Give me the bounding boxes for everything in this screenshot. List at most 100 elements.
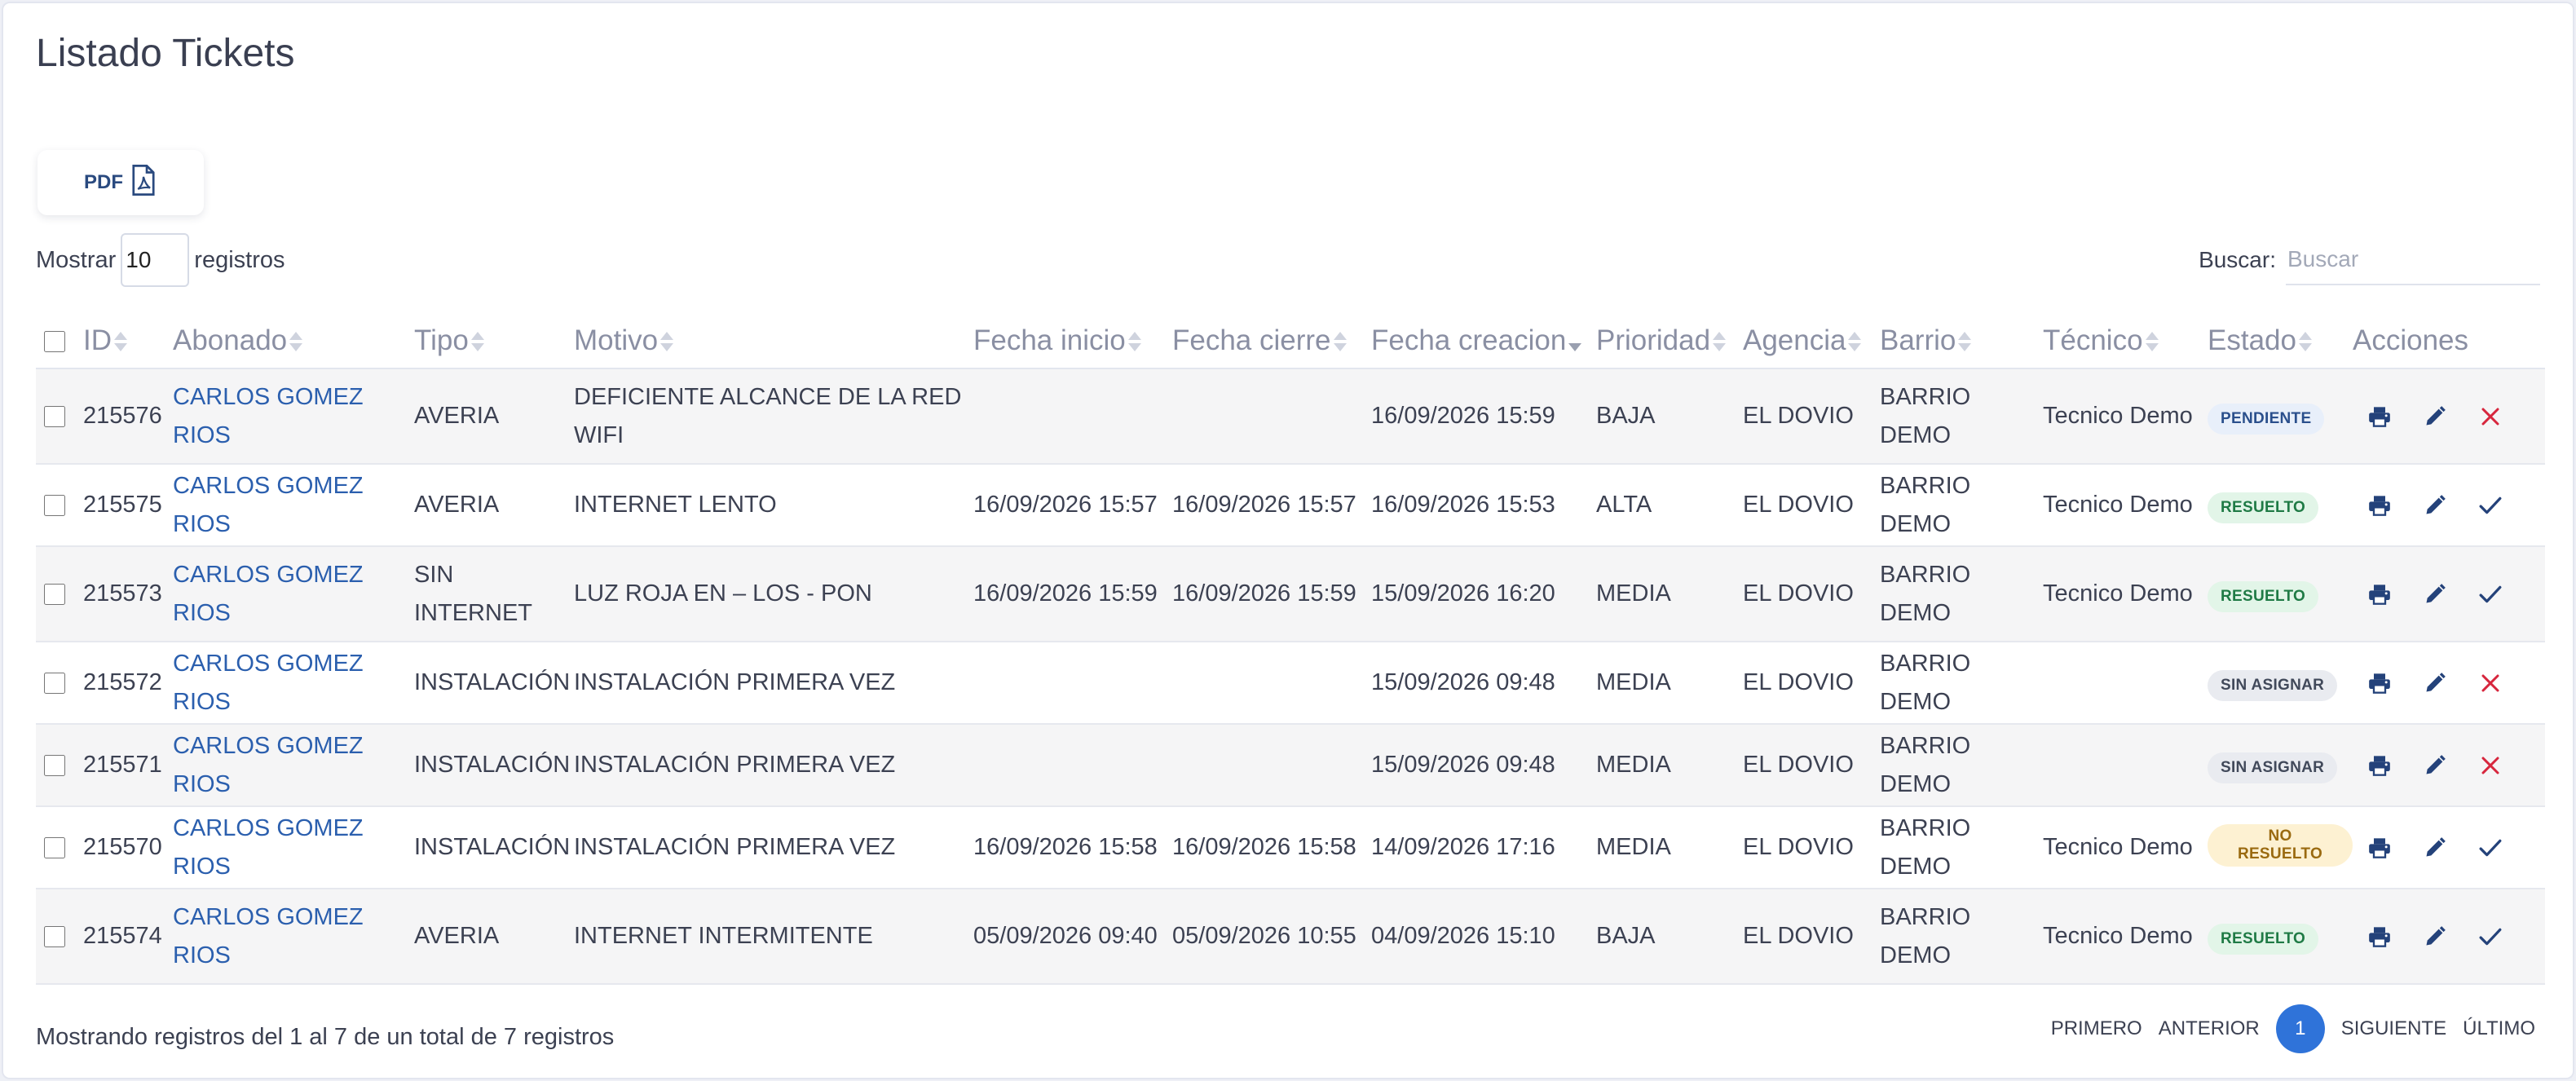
cell-agencia: EL DOVIO bbox=[1743, 464, 1880, 547]
select-all-checkbox[interactable] bbox=[44, 331, 65, 353]
cell-prioridad: MEDIA bbox=[1596, 724, 1743, 807]
row-select-cell bbox=[36, 368, 83, 465]
table-row: 215575 CARLOS GOMEZ RIOS AVERIA INTERNET LE… bbox=[36, 464, 2545, 547]
check-icon[interactable] bbox=[2478, 493, 2503, 518]
cell-cierre bbox=[1172, 724, 1371, 807]
row-checkbox[interactable] bbox=[44, 755, 65, 777]
cell-creacion: 15/09/2026 09:48 bbox=[1371, 724, 1596, 807]
edit-icon[interactable] bbox=[2423, 924, 2447, 949]
row-checkbox[interactable] bbox=[44, 837, 65, 859]
cell-abonado[interactable]: CARLOS GOMEZ RIOS bbox=[173, 724, 414, 807]
check-icon[interactable] bbox=[2478, 582, 2503, 607]
row-checkbox[interactable] bbox=[44, 673, 65, 695]
col-header-id[interactable]: ID bbox=[83, 313, 173, 369]
close-icon[interactable] bbox=[2478, 753, 2503, 778]
pdf-button-label: PDF bbox=[84, 171, 123, 193]
length-suffix: registros bbox=[194, 246, 285, 273]
cell-acciones bbox=[2353, 368, 2545, 465]
cell-prioridad: MEDIA bbox=[1596, 546, 1743, 642]
edit-icon[interactable] bbox=[2423, 582, 2447, 607]
status-badge: SIN ASIGNAR bbox=[2208, 670, 2338, 701]
edit-icon[interactable] bbox=[2423, 671, 2447, 695]
check-icon[interactable] bbox=[2478, 836, 2503, 860]
sort-icon bbox=[2298, 329, 2313, 354]
cell-estado: NO RESUELTO bbox=[2208, 806, 2353, 889]
cell-tecnico: Tecnico Demo bbox=[2043, 806, 2208, 889]
cell-abonado[interactable]: CARLOS GOMEZ RIOS bbox=[173, 546, 414, 642]
cell-barrio: BARRIO DEMO bbox=[1880, 806, 2043, 889]
col-header-fecha-creacion[interactable]: Fecha creacion bbox=[1371, 313, 1596, 369]
col-header-tecnico[interactable]: Técnico bbox=[2043, 313, 2208, 369]
cell-abonado[interactable]: CARLOS GOMEZ RIOS bbox=[173, 642, 414, 725]
sort-icon bbox=[1957, 329, 1972, 354]
cell-tecnico bbox=[2043, 724, 2208, 807]
edit-icon[interactable] bbox=[2423, 836, 2447, 860]
cell-id: 215573 bbox=[83, 546, 173, 642]
edit-icon[interactable] bbox=[2423, 493, 2447, 518]
cell-barrio: BARRIO DEMO bbox=[1880, 464, 2043, 547]
page-length-input[interactable] bbox=[121, 233, 190, 287]
sort-icon bbox=[470, 329, 485, 354]
sort-icon bbox=[1333, 329, 1348, 354]
print-icon[interactable] bbox=[2367, 836, 2392, 860]
search-input[interactable] bbox=[2286, 235, 2540, 285]
row-checkbox[interactable] bbox=[44, 406, 65, 428]
cell-abonado[interactable]: CARLOS GOMEZ RIOS bbox=[173, 464, 414, 547]
cell-acciones bbox=[2353, 724, 2545, 807]
col-header-tipo[interactable]: Tipo bbox=[414, 313, 574, 369]
row-select-cell bbox=[36, 806, 83, 889]
pagination: PRIMERO ANTERIOR 1 SIGUIENTE ÚLTIMO bbox=[2051, 1004, 2535, 1053]
cell-abonado[interactable]: CARLOS GOMEZ RIOS bbox=[173, 806, 414, 889]
print-icon[interactable] bbox=[2367, 582, 2392, 607]
cell-motivo: INSTALACIÓN PRIMERA VEZ bbox=[574, 806, 973, 889]
col-header-motivo[interactable]: Motivo bbox=[574, 313, 973, 369]
cell-tipo: AVERIA bbox=[414, 889, 574, 985]
col-header-estado[interactable]: Estado bbox=[2208, 313, 2353, 369]
check-icon[interactable] bbox=[2478, 924, 2503, 949]
cell-estado: SIN ASIGNAR bbox=[2208, 724, 2353, 807]
row-checkbox[interactable] bbox=[44, 926, 65, 948]
edit-icon[interactable] bbox=[2423, 753, 2447, 778]
print-icon[interactable] bbox=[2367, 924, 2392, 949]
print-icon[interactable] bbox=[2367, 493, 2392, 518]
cell-abonado[interactable]: CARLOS GOMEZ RIOS bbox=[173, 368, 414, 465]
cell-cierre bbox=[1172, 368, 1371, 465]
page-current-button[interactable]: 1 bbox=[2275, 1004, 2325, 1053]
status-badge: NO RESUELTO bbox=[2208, 824, 2353, 867]
status-badge: RESUELTO bbox=[2208, 581, 2319, 612]
cell-tipo: AVERIA bbox=[414, 368, 574, 465]
page-prev-link[interactable]: ANTERIOR bbox=[2159, 1017, 2260, 1040]
row-select-cell bbox=[36, 724, 83, 807]
print-icon[interactable] bbox=[2367, 404, 2392, 429]
cell-tipo: SIN INTERNET bbox=[414, 546, 574, 642]
print-icon[interactable] bbox=[2367, 671, 2392, 695]
col-header-fecha-inicio[interactable]: Fecha inicio bbox=[973, 313, 1172, 369]
pdf-export-button[interactable]: PDF bbox=[37, 150, 204, 215]
col-header-fecha-cierre[interactable]: Fecha cierre bbox=[1172, 313, 1371, 369]
cell-estado: PENDIENTE bbox=[2208, 368, 2353, 465]
close-icon[interactable] bbox=[2478, 404, 2503, 429]
cell-tipo: AVERIA bbox=[414, 464, 574, 547]
row-checkbox[interactable] bbox=[44, 584, 65, 606]
cell-estado: RESUELTO bbox=[2208, 889, 2353, 985]
print-icon[interactable] bbox=[2367, 753, 2392, 778]
cell-acciones bbox=[2353, 546, 2545, 642]
col-header-abonado[interactable]: Abonado bbox=[173, 313, 414, 369]
col-header-agencia[interactable]: Agencia bbox=[1743, 313, 1880, 369]
close-icon[interactable] bbox=[2478, 671, 2503, 695]
sort-icon bbox=[1712, 329, 1727, 354]
cell-inicio bbox=[973, 368, 1172, 465]
row-checkbox[interactable] bbox=[44, 495, 65, 517]
edit-icon[interactable] bbox=[2423, 404, 2447, 429]
length-prefix: Mostrar bbox=[36, 246, 117, 273]
cell-inicio: 16/09/2026 15:59 bbox=[973, 546, 1172, 642]
page-last-link[interactable]: ÚLTIMO bbox=[2463, 1017, 2535, 1040]
cell-creacion: 16/09/2026 15:53 bbox=[1371, 464, 1596, 547]
page-next-link[interactable]: SIGUIENTE bbox=[2341, 1017, 2446, 1040]
cell-id: 215572 bbox=[83, 642, 173, 725]
cell-estado: SIN ASIGNAR bbox=[2208, 642, 2353, 725]
cell-abonado[interactable]: CARLOS GOMEZ RIOS bbox=[173, 889, 414, 985]
col-header-prioridad[interactable]: Prioridad bbox=[1596, 313, 1743, 369]
col-header-barrio[interactable]: Barrio bbox=[1880, 313, 2043, 369]
page-first-link[interactable]: PRIMERO bbox=[2051, 1017, 2142, 1040]
